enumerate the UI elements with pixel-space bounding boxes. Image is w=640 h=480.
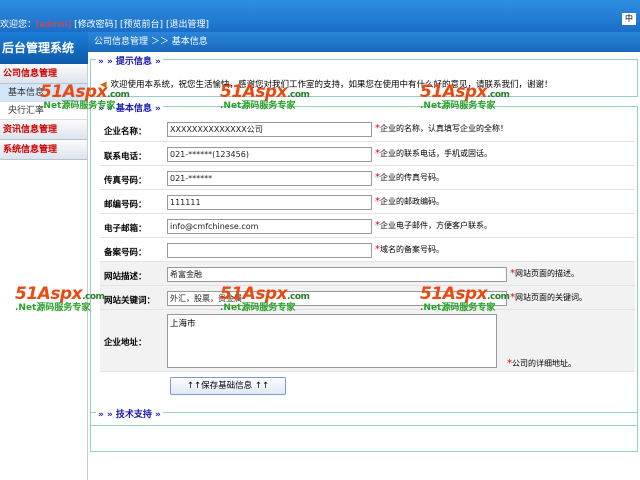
save-basic-info-button[interactable]: ↑↑保存基础信息 ↑↑ bbox=[170, 377, 286, 395]
field-hint: *企业的联系电话，手机或固话。 bbox=[375, 148, 492, 159]
field-label: 企业地址： bbox=[104, 338, 147, 348]
system-logo: 后台管理系统 bbox=[0, 32, 88, 64]
top-links: 欢迎您：[admin] [修改密码] [预览前台] [退出管理] bbox=[0, 17, 209, 30]
sidebar-section-news[interactable]: 资讯信息管理 bbox=[0, 120, 87, 140]
field-label: 传真号码： bbox=[104, 176, 147, 186]
field-label: 联系电话： bbox=[104, 152, 147, 162]
field-label: 备案号码： bbox=[104, 248, 147, 258]
field-label: 网站描述： bbox=[104, 272, 147, 282]
postcode-input[interactable]: 111111 bbox=[167, 195, 372, 210]
language-indicator[interactable]: 中 bbox=[622, 13, 636, 25]
sidebar-item-basic-info[interactable]: 基本信息 bbox=[0, 84, 87, 102]
site-keywords-input[interactable]: 外汇，股票，贵金属 bbox=[167, 291, 507, 306]
field-label: 邮编号码： bbox=[104, 200, 147, 210]
notice-legend: » » 提示信息 » bbox=[96, 54, 163, 67]
field-hint: *公司的详细地址。 bbox=[507, 358, 576, 369]
field-hint: *网站页面的关键词。 bbox=[510, 292, 587, 303]
field-hint: *企业的传真号码。 bbox=[375, 172, 444, 183]
field-hint: *企业的邮政编码。 bbox=[375, 196, 444, 207]
field-hint: *企业电子邮件，方便客户联系。 bbox=[375, 220, 492, 231]
tech-support-legend-text: 技术支持 bbox=[115, 410, 152, 420]
field-label: 网站关键词： bbox=[104, 296, 156, 306]
breadcrumb: 公司信息管理 ＞＞ 基本信息 bbox=[88, 32, 640, 52]
sidebar-item-exchange-rate[interactable]: 央行汇率 bbox=[0, 102, 87, 120]
notice-message: ◀ 欢迎使用本系统，祝您生活愉快，感谢您对我们工作室的支持，如果您在使用中有什么好… bbox=[100, 78, 553, 90]
form-row-fax: 传真号码： 021-****** *企业的传真号码。 bbox=[100, 166, 635, 190]
speaker-icon: ◀ bbox=[100, 80, 107, 90]
basic-info-legend-text: 基本信息 bbox=[115, 104, 152, 114]
logout-link[interactable]: [退出管理] bbox=[166, 20, 209, 30]
form-row-address: 企业地址： 上海市 *公司的详细地址。 bbox=[100, 310, 635, 372]
email-input[interactable]: info@cmfchinese.com bbox=[167, 219, 372, 234]
form-row-company-name: 企业名称： XXXXXXXXXXXXXX公司 *企业的名称，认真填写企业的全称！ bbox=[100, 117, 635, 142]
field-label: 企业名称： bbox=[104, 127, 147, 137]
address-textarea[interactable]: 上海市 bbox=[167, 314, 497, 368]
field-hint: *网站页面的描述。 bbox=[510, 268, 579, 279]
field-hint: *企业的名称，认真填写企业的全称！ bbox=[375, 123, 508, 134]
field-label: 电子邮箱： bbox=[104, 224, 147, 234]
form-row-postcode: 邮编号码： 111111 *企业的邮政编码。 bbox=[100, 190, 635, 214]
form-row-site-keywords: 网站关键词： 外汇，股票，贵金属 *网站页面的关键词。 bbox=[100, 286, 635, 310]
admin-username: [admin] bbox=[36, 20, 72, 30]
form-row-phone: 联系电话： 021-******(123456) *企业的联系电话，手机或固话。 bbox=[100, 142, 635, 166]
sidebar-section-system[interactable]: 系统信息管理 bbox=[0, 140, 87, 160]
welcome-prefix: 欢迎您： bbox=[0, 20, 37, 30]
change-password-link[interactable]: [修改密码] bbox=[74, 20, 117, 30]
form-row-email: 电子邮箱： info@cmfchinese.com *企业电子邮件，方便客户联系… bbox=[100, 214, 635, 238]
sidebar: 公司信息管理 基本信息 央行汇率 资讯信息管理 系统信息管理 bbox=[0, 64, 88, 480]
site-description-input[interactable]: 希富金融 bbox=[167, 267, 507, 282]
tech-support-box bbox=[90, 412, 638, 426]
preview-frontend-link[interactable]: [预览前台] bbox=[120, 20, 163, 30]
form-row-icp: 备案号码： *域名的备案号码。 bbox=[100, 238, 635, 262]
notice-legend-text: 提示信息 bbox=[115, 57, 152, 67]
fax-input[interactable]: 021-****** bbox=[167, 171, 372, 186]
company-name-input[interactable]: XXXXXXXXXXXXXX公司 bbox=[167, 122, 372, 137]
top-bar: 欢迎您：[admin] [修改密码] [预览前台] [退出管理] 中 bbox=[0, 0, 640, 32]
tech-support-legend: » » 技术支持 » bbox=[96, 407, 163, 420]
phone-input[interactable]: 021-******(123456) bbox=[167, 147, 372, 162]
icp-number-input[interactable] bbox=[167, 243, 372, 258]
form-row-site-description: 网站描述： 希富金融 *网站页面的描述。 bbox=[100, 262, 635, 286]
sidebar-section-company[interactable]: 公司信息管理 bbox=[0, 64, 87, 84]
field-hint: *域名的备案号码。 bbox=[375, 244, 444, 255]
main-content: » » 提示信息 » ◀ 欢迎使用本系统，祝您生活愉快，感谢您对我们工作室的支持，… bbox=[90, 52, 640, 480]
basic-info-legend: » » 基本信息 » bbox=[96, 101, 163, 114]
notice-text: 欢迎使用本系统，祝您生活愉快，感谢您对我们工作室的支持，如果您在使用中有什么好的… bbox=[110, 80, 553, 90]
